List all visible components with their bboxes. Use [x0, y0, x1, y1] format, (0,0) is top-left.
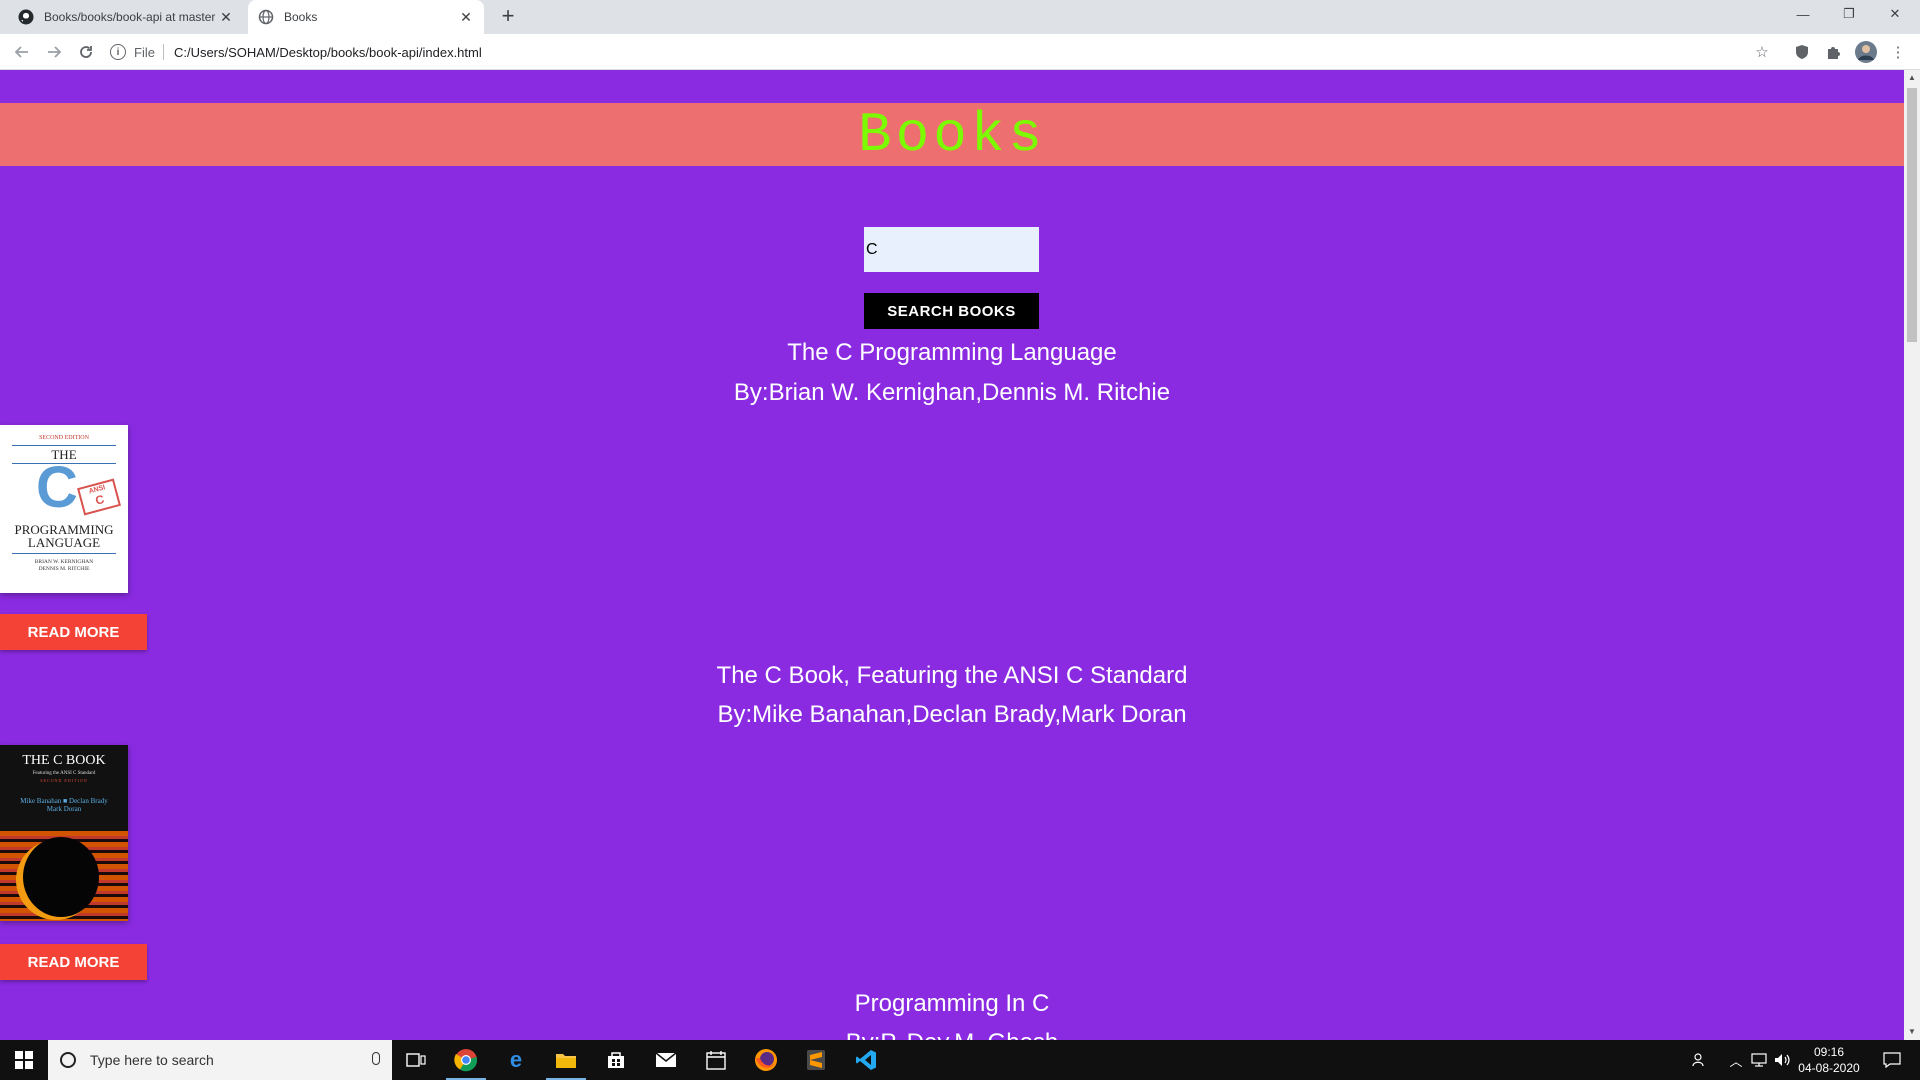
search-books-button[interactable]: SEARCH BOOKS — [864, 293, 1039, 329]
chrome-taskbar-icon[interactable] — [442, 1040, 490, 1080]
windows-taskbar: Type here to search e ︿ 09:16 04-08-2020 — [0, 1040, 1920, 1080]
book-title: Programming In C — [854, 990, 1050, 1017]
scrollbar-thumb[interactable] — [1907, 88, 1917, 342]
chevron-up-icon[interactable]: ︿ — [1726, 1040, 1746, 1080]
book-author: By:P. Dey,M. Ghosh — [0, 1029, 1904, 1040]
browser-toolbar: i File C:/Users/SOHAM/Desktop/books/book… — [0, 34, 1920, 70]
book-author: By:Mike Banahan,Declan Brady,Mark Doran — [717, 701, 1187, 728]
book-title: The C Programming Language — [787, 339, 1117, 366]
taskbar-search-placeholder: Type here to search — [90, 1052, 214, 1068]
vscode-taskbar-icon[interactable] — [842, 1040, 890, 1080]
file-explorer-taskbar-icon[interactable] — [542, 1040, 590, 1080]
url-scheme-label: File — [134, 44, 155, 60]
search-input[interactable] — [864, 227, 1039, 272]
edge-taskbar-icon[interactable]: e — [492, 1040, 540, 1080]
svg-text:e: e — [510, 1049, 522, 1071]
url-text: C:/Users/SOHAM/Desktop/books/book-api/in… — [173, 44, 482, 60]
address-separator — [162, 44, 164, 60]
browser-tab-github[interactable]: Books/books/book-api at master · SohamCh… — [8, 0, 244, 34]
cover-author-line: DENNIS M. RITCHIE — [38, 566, 90, 572]
taskbar-search-box[interactable]: Type here to search — [48, 1040, 392, 1080]
bookmark-star-icon[interactable]: ☆ — [1750, 40, 1774, 64]
cover-author-line: Mark Doran — [46, 805, 82, 813]
clock-date: 04-08-2020 — [1798, 1061, 1860, 1075]
page-header: Books — [0, 102, 1904, 167]
cover-ansi-stamp: ANSI C — [77, 478, 121, 516]
cover-eclipse-disc — [23, 837, 99, 917]
cover-authors-text: BRIAN W. KERNIGHAN DENNIS M. RITCHIE — [0, 559, 128, 573]
forward-icon[interactable] — [42, 40, 66, 64]
action-center-icon[interactable] — [1872, 1040, 1912, 1080]
back-icon[interactable] — [10, 40, 34, 64]
profile-avatar[interactable] — [1854, 40, 1878, 64]
calendar-taskbar-icon[interactable] — [692, 1040, 740, 1080]
people-icon[interactable] — [1688, 1040, 1712, 1080]
info-icon[interactable]: i — [110, 44, 126, 60]
close-tab-icon[interactable]: ✕ — [218, 9, 234, 26]
tab-title: Books — [284, 10, 318, 24]
browser-menu-icon[interactable]: ⋮ — [1886, 40, 1910, 64]
tab-title: Books/books/book-api at master · SohamCh… — [44, 10, 218, 24]
cover-rule — [12, 553, 116, 554]
minimize-icon[interactable]: — — [1780, 0, 1826, 28]
scroll-down-arrow-icon[interactable]: ▼ — [1904, 1024, 1920, 1040]
restore-icon[interactable]: ❐ — [1826, 0, 1872, 28]
page-scrollbar[interactable]: ▲ ▼ — [1904, 70, 1920, 1040]
cover-rule — [12, 445, 116, 446]
cover-authors-text: Mike Banahan ■ Declan Brady Mark Doran — [0, 797, 128, 813]
mail-taskbar-icon[interactable] — [642, 1040, 690, 1080]
cover-author-line: Mike Banahan ■ Declan Brady — [20, 797, 108, 805]
sublime-taskbar-icon[interactable] — [792, 1040, 840, 1080]
read-more-button[interactable]: READ MORE — [0, 614, 147, 650]
book-author: By:Brian W. Kernighan,Dennis M. Ritchie — [733, 379, 1171, 406]
extensions-puzzle-icon[interactable] — [1822, 40, 1846, 64]
cortana-icon — [60, 1052, 76, 1068]
browser-tab-strip: Books/books/book-api at master · SohamCh… — [0, 0, 1920, 34]
reload-icon[interactable] — [74, 40, 98, 64]
volume-icon[interactable] — [1772, 1040, 1794, 1080]
book-title: The C Book, Featuring the ANSI C Standar… — [716, 662, 1188, 689]
cover-edition-text: SECOND EDITION — [39, 435, 89, 441]
cover-author-line: BRIAN W. KERNIGHAN — [34, 559, 94, 565]
browser-tab-books[interactable]: Books ✕ — [248, 0, 484, 34]
windows-start-icon[interactable] — [0, 1040, 48, 1080]
taskbar-clock[interactable]: 09:16 04-08-2020 — [1794, 1044, 1864, 1076]
new-tab-button[interactable]: + — [496, 5, 520, 29]
book-cover-image: THE C BOOK Featuring the ANSI C Standard… — [0, 745, 128, 921]
network-icon[interactable] — [1748, 1040, 1770, 1080]
page-title: Books — [857, 102, 1047, 167]
page-viewport: Books SEARCH BOOKS The C Programming Lan… — [0, 70, 1904, 1040]
cover-title-line: LANGUAGE — [27, 535, 101, 550]
microphone-icon[interactable] — [372, 1052, 380, 1065]
book-cover-image: SECOND EDITION THE C ANSI C PROGRAMMING LA… — [0, 425, 128, 593]
globe-icon — [258, 9, 274, 25]
cover-subtitle-text: Featuring the ANSI C Standard — [32, 771, 96, 776]
github-icon — [18, 9, 34, 25]
shield-extension-icon[interactable] — [1790, 40, 1814, 64]
scroll-up-arrow-icon[interactable]: ▲ — [1904, 70, 1920, 86]
task-view-icon[interactable] — [392, 1040, 440, 1080]
read-more-button[interactable]: READ MORE — [0, 944, 147, 980]
cover-edition-text: SECOND EDITION — [40, 778, 88, 783]
ansi-letter: C — [93, 492, 106, 508]
firefox-taskbar-icon[interactable] — [742, 1040, 790, 1080]
cover-title-text: PROGRAMMING LANGUAGE — [0, 523, 128, 549]
clock-time: 09:16 — [1813, 1045, 1845, 1059]
store-taskbar-icon[interactable] — [592, 1040, 640, 1080]
close-window-icon[interactable]: ✕ — [1872, 0, 1918, 28]
close-tab-icon[interactable]: ✕ — [458, 9, 474, 26]
cover-big-c: C — [36, 455, 78, 520]
cover-title-text: THE C BOOK — [22, 753, 106, 768]
address-bar[interactable]: i File C:/Users/SOHAM/Desktop/books/book… — [110, 39, 1780, 65]
